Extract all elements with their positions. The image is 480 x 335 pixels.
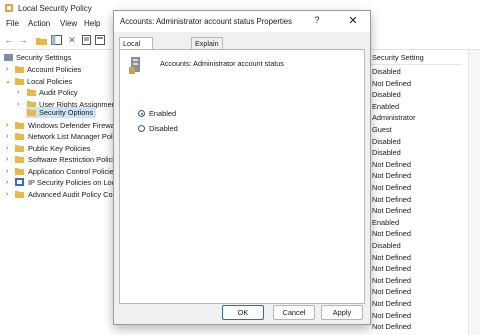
chevron-right-icon[interactable]: › (6, 64, 12, 75)
list-item[interactable]: Not Defined (372, 252, 411, 264)
chevron-right-icon[interactable]: › (6, 189, 12, 200)
folder-icon (15, 144, 24, 152)
list-item[interactable]: Enabled (372, 217, 399, 229)
chevron-right-icon[interactable]: › (6, 143, 12, 154)
chevron-right-icon[interactable]: › (6, 177, 12, 188)
folder-icon (15, 133, 24, 140)
folder-icon (27, 109, 36, 116)
console-tree-icon[interactable] (50, 34, 62, 46)
menu-file[interactable]: File (6, 19, 19, 28)
list-item[interactable]: Not Defined (372, 78, 411, 90)
tree-item-advanced-audit-policy[interactable]: › Advanced Audit Policy Co (0, 189, 116, 200)
policy-list: Security Setting Disabled Not Defined Di… (369, 50, 480, 335)
list-item[interactable]: Disabled (372, 66, 401, 78)
chevron-right-icon[interactable]: › (6, 131, 12, 142)
folder-icon (15, 167, 24, 175)
server-policy-icon (129, 57, 140, 74)
up-folder-icon[interactable] (35, 34, 47, 46)
list-item[interactable]: Guest (372, 124, 392, 136)
ok-button[interactable]: OK (222, 305, 264, 320)
list-item[interactable]: Disabled (372, 136, 401, 148)
list-item[interactable]: Not Defined (372, 159, 411, 171)
properties-dialog: Accounts: Administrator account status P… (113, 10, 371, 325)
list-item[interactable]: Administrator (372, 112, 416, 124)
list-item[interactable]: Not Defined (372, 275, 411, 287)
chevron-right-icon[interactable]: › (6, 154, 12, 165)
list-item[interactable]: Not Defined (372, 182, 411, 194)
list-item[interactable]: Not Defined (372, 205, 411, 217)
help-button[interactable]: ? (310, 15, 324, 25)
security-settings-icon (4, 54, 13, 61)
folder-open-icon (15, 77, 24, 85)
column-header-security-setting[interactable]: Security Setting (369, 52, 462, 65)
tree-item-software-restriction-policies[interactable]: › Software Restriction Policie (0, 154, 118, 165)
list-item[interactable]: Not Defined (372, 170, 411, 182)
list-item[interactable]: Not Defined (372, 194, 411, 206)
disabled-radio-label: Disabled (149, 124, 178, 133)
list-scrollbar[interactable] (468, 50, 480, 335)
menu-action[interactable]: Action (28, 19, 50, 28)
list-item[interactable]: Not Defined (372, 228, 411, 240)
security-policy-icon (5, 4, 13, 12)
dialog-title: Accounts: Administrator account status P… (120, 17, 293, 26)
folder-icon (15, 121, 24, 129)
tab-panel-local-security-setting: Accounts: Administrator account status E… (119, 49, 365, 304)
console-tree: Security Settings › Account Policies ⌄ L… (0, 50, 119, 335)
tree-item-ip-security-policies[interactable]: › IP Security Policies on Loca (0, 177, 119, 188)
chevron-right-icon[interactable]: › (17, 87, 23, 98)
tab-explain[interactable]: Explain (191, 37, 223, 49)
folder-icon (15, 156, 24, 163)
tree-item-public-key-policies[interactable]: › Public Key Policies (0, 143, 116, 154)
list-item[interactable]: Not Defined (372, 298, 411, 310)
back-arrow-icon[interactable]: ← (3, 34, 15, 46)
menu-view[interactable]: View (60, 19, 77, 28)
folder-icon (27, 89, 36, 96)
policy-name: Accounts: Administrator account status (160, 59, 284, 68)
close-button[interactable]: ✕ (346, 14, 360, 27)
tree-item-local-policies[interactable]: ⌄ Local Policies (0, 76, 116, 87)
ip-security-icon (15, 178, 24, 186)
list-item[interactable]: Disabled (372, 147, 401, 159)
export-list-icon[interactable] (94, 34, 106, 46)
delete-icon[interactable]: ✕ (66, 34, 78, 46)
chevron-right-icon[interactable]: › (6, 166, 12, 177)
list-item[interactable]: Not Defined (372, 321, 411, 333)
dialog-title-bar[interactable]: Accounts: Administrator account status P… (114, 11, 370, 32)
tree-item-account-policies[interactable]: › Account Policies (0, 64, 116, 75)
list-item[interactable]: Not Defined (372, 263, 411, 275)
list-item[interactable]: Disabled (372, 240, 401, 252)
tree-item-windows-defender-firewall[interactable]: › Windows Defender Firewall (0, 120, 118, 131)
tree-item-security-settings[interactable]: Security Settings (0, 52, 116, 63)
chevron-right-icon[interactable]: › (17, 99, 23, 110)
window-title: Local Security Policy (18, 4, 92, 13)
disabled-radio[interactable] (138, 125, 145, 132)
enabled-radio[interactable] (138, 110, 145, 117)
tree-item-network-list-manager[interactable]: › Network List Manager Poli (0, 131, 116, 142)
tree-item-security-options[interactable]: Security Options (26, 107, 96, 118)
list-item[interactable]: Enabled (372, 101, 399, 113)
folder-icon (15, 190, 24, 198)
chevron-down-icon[interactable]: ⌄ (5, 76, 11, 87)
apply-button[interactable]: Apply (321, 305, 363, 320)
list-item[interactable]: Disabled (372, 89, 401, 101)
list-item[interactable]: Not Defined (372, 286, 411, 298)
tree-item-audit-policy[interactable]: › Audit Policy (0, 87, 116, 98)
forward-arrow-icon[interactable]: → (17, 34, 29, 46)
cancel-button[interactable]: Cancel (273, 305, 315, 320)
folder-icon (15, 66, 24, 73)
chevron-right-icon[interactable]: › (6, 120, 12, 131)
list-item[interactable]: Not Defined (372, 310, 411, 322)
tree-item-application-control-policies[interactable]: › Application Control Policie (0, 166, 116, 177)
enabled-radio-label: Enabled (149, 109, 177, 118)
properties-icon[interactable] (80, 34, 92, 46)
menu-help[interactable]: Help (84, 19, 100, 28)
